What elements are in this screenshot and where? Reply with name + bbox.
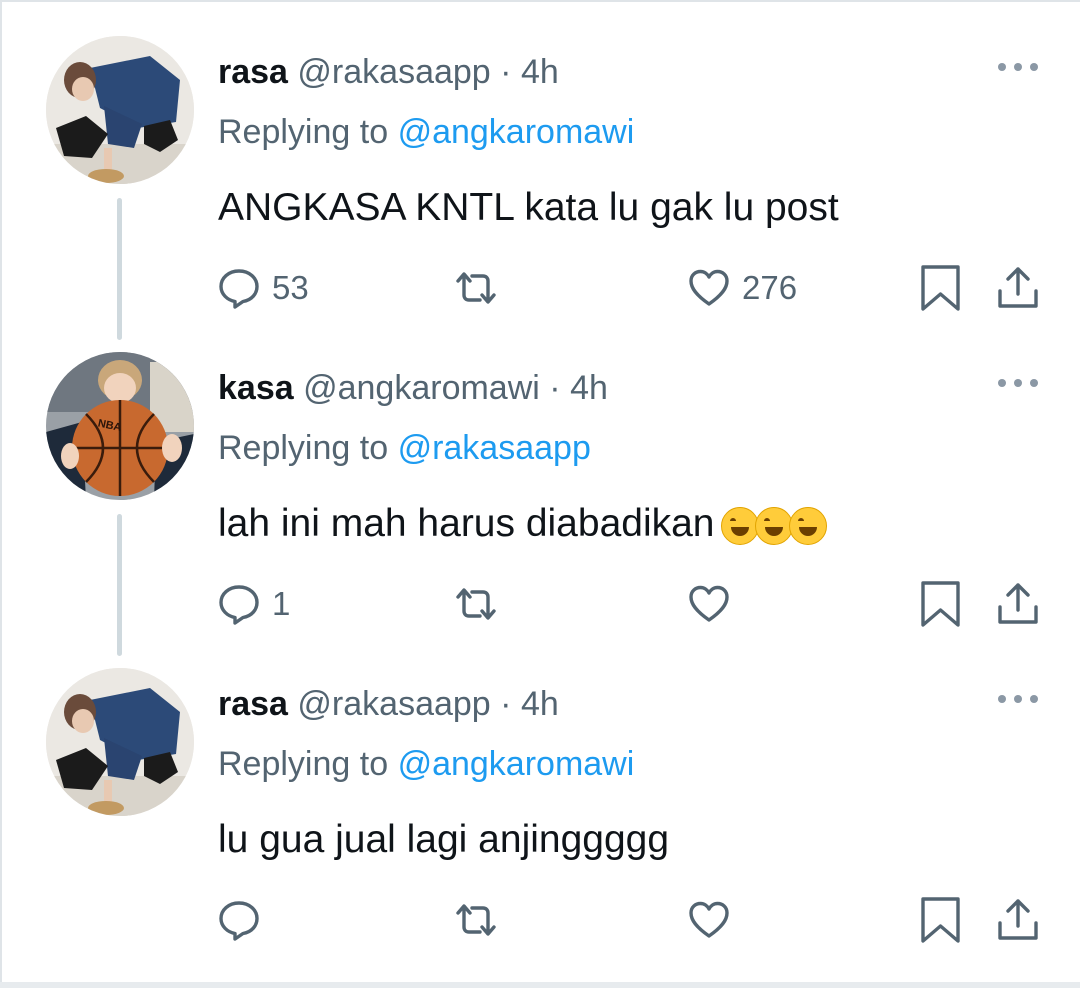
retweet-icon [456, 272, 496, 304]
share-button[interactable] [996, 892, 1040, 948]
bookmark-button[interactable] [918, 576, 964, 632]
share-button[interactable] [996, 260, 1040, 316]
tweet-text-content: ANGKASA KNTL kata lu gak lu post [218, 186, 839, 229]
tweet-header: kasa @angkaromawi · 4h [218, 366, 608, 410]
separator-dot: · [549, 369, 561, 407]
tweet-text-content: lu gua jual lagi anjinggggg [218, 818, 670, 861]
replying-to-label: Replying to [218, 745, 389, 783]
display-name[interactable]: rasa [218, 685, 288, 723]
bookmark-button[interactable] [918, 892, 964, 948]
speech-bubble-icon [219, 901, 259, 941]
more-dots-icon[interactable] [998, 687, 1038, 711]
avatar[interactable] [46, 668, 194, 816]
replying-to: Replying to @angkaromawi [218, 742, 634, 786]
heart-icon [689, 901, 729, 938]
handle[interactable]: @rakasaapp [297, 685, 490, 723]
timestamp[interactable]: 4h [570, 369, 608, 407]
reply-button[interactable]: 1 [216, 576, 290, 632]
display-name[interactable]: rasa [218, 53, 288, 91]
tweet[interactable]: NBA kasa @angkaromawi · 4h Replying to @… [0, 316, 1080, 632]
replying-to: Replying to @angkaromawi [218, 110, 634, 154]
like-button[interactable] [686, 892, 742, 948]
reply-button[interactable]: 53 [216, 260, 309, 316]
speech-bubble-icon [219, 269, 259, 309]
mention-link[interactable]: @rakasaapp [398, 429, 591, 467]
bottom-border [0, 982, 1080, 988]
share-icon [998, 267, 1038, 308]
laughing-emoji-icon [720, 506, 827, 545]
bookmark-button[interactable] [918, 260, 964, 316]
replying-to-label: Replying to [218, 113, 389, 151]
display-name[interactable]: kasa [218, 369, 294, 407]
retweet-icon [456, 904, 496, 936]
share-button[interactable] [996, 576, 1040, 632]
speech-bubble-icon [219, 585, 259, 625]
reply-count: 1 [272, 585, 291, 622]
bookmark-icon [921, 581, 960, 627]
bookmark-icon [921, 265, 960, 311]
separator-dot: · [500, 685, 512, 723]
more-dots-icon[interactable] [998, 55, 1038, 79]
action-bar: 1 [0, 576, 1080, 632]
like-button[interactable] [686, 576, 742, 632]
like-count: 276 [742, 269, 798, 306]
heart-icon [689, 269, 729, 306]
retweet-button[interactable] [452, 260, 500, 316]
tweet[interactable]: rasa @rakasaapp · 4h Replying to @angkar… [0, 0, 1080, 316]
handle[interactable]: @angkaromawi [303, 369, 540, 407]
avatar[interactable]: NBA [46, 352, 194, 500]
heart-icon [689, 585, 729, 622]
share-icon [998, 899, 1038, 940]
tweet-text-content: lah ini mah harus diabadikan [218, 502, 715, 545]
reply-count: 53 [272, 269, 309, 306]
tweet-header: rasa @rakasaapp · 4h [218, 50, 559, 94]
timestamp[interactable]: 4h [521, 53, 559, 91]
tweet-text: lu gua jual lagi anjinggggg [218, 815, 669, 865]
action-bar: 53 276 [0, 260, 1080, 316]
replying-to-label: Replying to [218, 429, 389, 467]
tweet-text: ANGKASA KNTL kata lu gak lu post [218, 183, 839, 233]
tweet-text: lah ini mah harus diabadikan [218, 499, 827, 549]
tweet-header: rasa @rakasaapp · 4h [218, 682, 559, 726]
tweet[interactable]: rasa @rakasaapp · 4h Replying to @angkar… [0, 632, 1080, 948]
separator-dot: · [500, 53, 512, 91]
like-button[interactable]: 276 [686, 260, 797, 316]
reply-button[interactable] [216, 892, 272, 948]
retweet-button[interactable] [452, 892, 500, 948]
retweet-icon [456, 588, 496, 620]
retweet-button[interactable] [452, 576, 500, 632]
share-icon [998, 583, 1038, 624]
avatar[interactable] [46, 36, 194, 184]
timestamp[interactable]: 4h [521, 685, 559, 723]
handle[interactable]: @rakasaapp [297, 53, 490, 91]
mention-link[interactable]: @angkaromawi [398, 745, 635, 783]
action-bar [0, 892, 1080, 948]
more-dots-icon[interactable] [998, 371, 1038, 395]
bookmark-icon [921, 897, 960, 943]
replying-to: Replying to @rakasaapp [218, 426, 591, 470]
mention-link[interactable]: @angkaromawi [398, 113, 635, 151]
